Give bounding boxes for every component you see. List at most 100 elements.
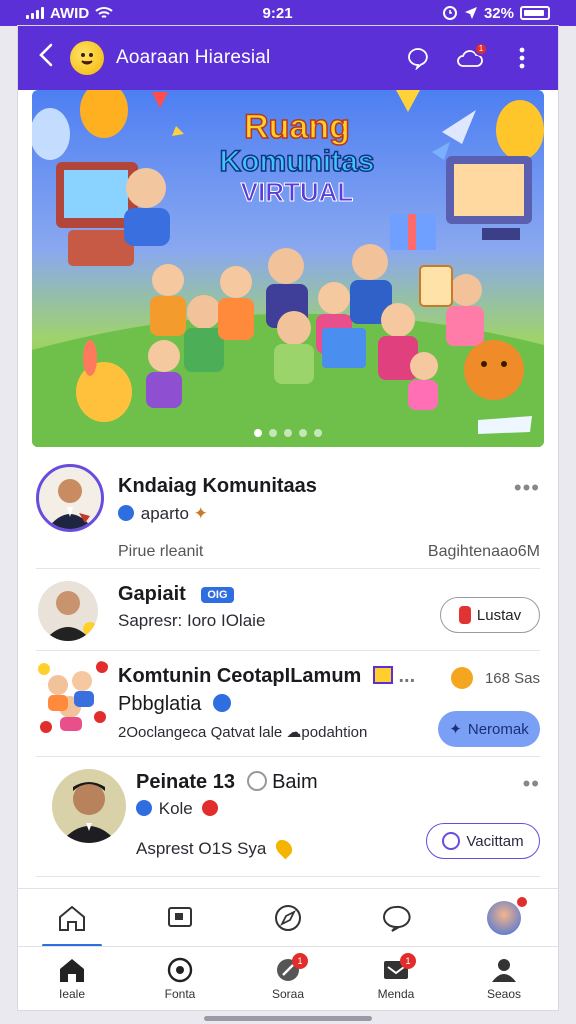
carousel-indicator[interactable] [32, 429, 544, 437]
feed-item-description: 2Ooclangeca Qatvat lale ☁podahtion [118, 724, 368, 741]
feed-item-title-row: Komtunin CeotapILamum ... [118, 665, 415, 688]
feed-item-handle-row: Kole [136, 799, 218, 819]
status-badge: OIG [201, 586, 234, 603]
nav-badge: 1 [400, 952, 416, 969]
battery-percent: 32% [483, 4, 514, 22]
chevron-left-icon [39, 43, 53, 67]
sparkle-icon: ✦ [449, 721, 462, 738]
feed-item-handle: aparto [140, 504, 189, 523]
app-window: Aoaraan Hiaresial 1 Ruang Komunitas VIRT… [18, 26, 558, 1010]
chat-button[interactable] [398, 38, 438, 78]
nav-item-label: Fonta [164, 986, 196, 1001]
avatar[interactable] [52, 769, 126, 843]
visit-button-label: Vacittam [466, 832, 524, 850]
feed-item-meta-left: Pirue rleanit [118, 543, 204, 560]
kebab-menu-icon [519, 47, 525, 69]
feed-item-title[interactable]: Gapiait [118, 583, 186, 605]
group-avatar[interactable] [36, 661, 110, 735]
page-title: Aoaraan Hiaresial [116, 47, 271, 68]
more-options-button[interactable]: •• [523, 771, 540, 797]
feed-item-2[interactable]: Gapiait OIG Sapresr: Ioro IOlaie Lustav [36, 569, 540, 651]
feed-item-3[interactable]: Komtunin CeotapILamum ... 168 Sas Pbbgla… [36, 651, 540, 757]
nav-item-profile[interactable]: Seaos [464, 957, 544, 1001]
compass-outline-icon [275, 904, 301, 931]
feed-item-line2-row: Pbbglatia [118, 693, 231, 716]
banner-title-line3: VIRTUAL [240, 177, 354, 208]
title-ellipsis: ... [398, 665, 416, 687]
carousel-dot-3[interactable] [284, 429, 292, 437]
carousel-dot-5[interactable] [314, 429, 322, 437]
follow-button[interactable]: Lustav [440, 597, 540, 633]
nav-item-label: Ieale [58, 986, 86, 1001]
home-outline-icon [59, 905, 85, 931]
hero-banner[interactable]: Ruang Komunitas VIRTUAL [32, 90, 544, 447]
tab-profile[interactable] [474, 889, 534, 947]
community-emoji-avatar[interactable] [70, 41, 104, 75]
verified-icon [118, 505, 134, 521]
feed-item-title[interactable]: Peinate 13 [136, 771, 235, 793]
feed-item-meta-right: Bagihtenaao6M [427, 543, 540, 560]
nav-item-label: Menda [377, 986, 415, 1001]
feed-item-title-row: Peinate 13 Baim [136, 771, 318, 794]
feed-item-count-row: 168 Sas [450, 667, 540, 689]
nav-item-label: Seaos [486, 986, 522, 1001]
status-time: 9:21 [262, 4, 293, 22]
emoji-face-icon [81, 53, 93, 65]
nav-item-messages[interactable]: 1 Menda [356, 952, 436, 1001]
tab-explore[interactable] [258, 889, 318, 947]
carousel-dot-4[interactable] [299, 429, 307, 437]
profile-badge [515, 894, 529, 909]
feed-item-title-suffix: Baim [272, 771, 318, 793]
feed-item-1[interactable]: Kndaiag Komunitaas ••• aparto ✦ Pirue rl… [36, 447, 540, 569]
feed-item-line2: Pbbglatia [118, 693, 202, 715]
banner-title-line1: Ruang [243, 107, 350, 147]
tab-gallery[interactable] [150, 889, 210, 947]
nav-item-search[interactable]: 1 Soraa [248, 952, 328, 1001]
tab-chat[interactable] [366, 889, 426, 947]
follow-button-label: Lustav [476, 606, 522, 624]
battery-icon [519, 6, 550, 20]
location-pin-icon [272, 836, 296, 860]
nav-item-explore[interactable]: Fonta [140, 957, 220, 1001]
avatar[interactable] [38, 581, 98, 641]
bookmark-icon [458, 606, 471, 624]
person-avatar-icon [60, 782, 118, 843]
gallery-icon [168, 906, 192, 927]
community-icon [212, 694, 231, 712]
chat-outline-icon [383, 905, 411, 932]
banner-title-line2: Komunitas [219, 144, 376, 179]
feed-item-title[interactable]: Kndaiag Komunitaas [118, 475, 317, 498]
person-avatar-icon [47, 479, 93, 529]
join-button[interactable]: ✦ Neromak [438, 711, 540, 747]
banner-title: Ruang Komunitas VIRTUAL [212, 107, 382, 208]
visit-button[interactable]: Vacittam [426, 823, 540, 859]
verified-icon [136, 800, 152, 816]
person-avatar-icon [44, 591, 97, 641]
compass-icon [167, 957, 193, 982]
circle-icon [442, 832, 461, 850]
avatar[interactable] [36, 464, 104, 532]
back-button[interactable] [34, 43, 58, 73]
member-count: 168 Sas [484, 669, 540, 687]
feed-item-subtitle: Asprest O1S Sya [136, 839, 267, 858]
feed-item-handle: Kole [158, 799, 193, 818]
carousel-dot-1[interactable] [254, 429, 262, 437]
nav-item-home[interactable]: Ieale [32, 957, 112, 1001]
status-bar: AWID 9:21 32% [0, 0, 576, 26]
nav-badge: 1 [292, 952, 308, 969]
notifications-button[interactable]: 1 [450, 38, 490, 78]
tab-home[interactable] [42, 889, 102, 947]
secondary-tab-bar [18, 888, 558, 947]
feed-item-handle-row: aparto ✦ [118, 504, 208, 524]
more-options-button[interactable]: ••• [514, 475, 540, 501]
home-icon [60, 958, 84, 982]
clock-icon [246, 771, 267, 791]
feed-item-4[interactable]: Peinate 13 Baim •• Kole Asprest O1S Sya … [36, 757, 540, 877]
more-options-button[interactable] [502, 38, 542, 78]
carousel-dot-2[interactable] [269, 429, 277, 437]
carrier-label: AWID [50, 4, 90, 22]
feed-item-title[interactable]: Komtunin CeotapILamum [118, 665, 361, 687]
group-avatar-icon [38, 661, 108, 733]
nav-item-label: Soraa [271, 986, 305, 1001]
home-indicator[interactable] [204, 1016, 372, 1021]
